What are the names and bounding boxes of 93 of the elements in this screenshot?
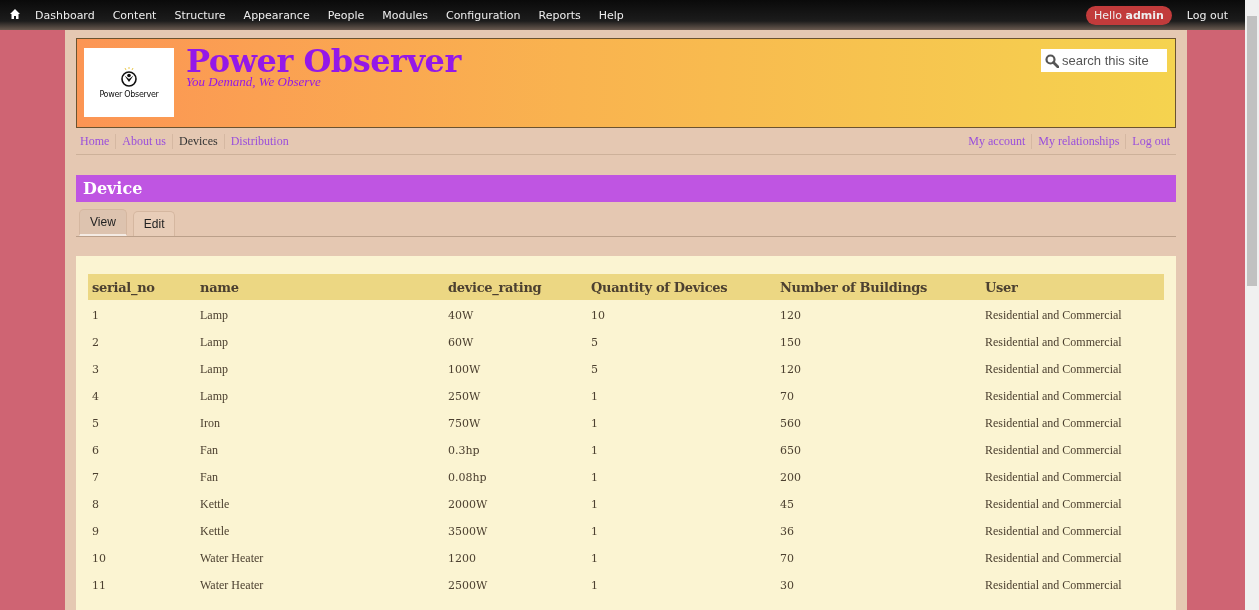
- toolbar-link[interactable]: Reports: [529, 8, 590, 22]
- table-cell: Iron: [200, 416, 220, 430]
- column-header: name: [196, 274, 444, 300]
- tab[interactable]: Edit: [132, 211, 176, 236]
- table-cell: 0.3hp: [448, 444, 480, 457]
- table-cell: 250W: [448, 390, 481, 403]
- table-cell: Fan: [200, 443, 218, 457]
- table-cell: 120: [780, 363, 801, 376]
- table-cell: 11: [92, 579, 106, 592]
- site-slogan: You Demand, We Observe: [186, 74, 321, 90]
- toolbar-link[interactable]: Help: [589, 8, 633, 22]
- table-cell: Residential and Commercial: [985, 389, 1122, 403]
- table-cell: 9: [92, 525, 99, 538]
- logo-text: Power Observer: [99, 89, 159, 99]
- table-cell: 36: [780, 525, 794, 538]
- table-cell: 8: [92, 498, 99, 511]
- main-menu-link[interactable]: Devices: [172, 133, 224, 149]
- home-icon[interactable]: [10, 9, 20, 19]
- table-cell: 4: [92, 390, 99, 403]
- table-cell: 1: [591, 525, 598, 538]
- table-cell: 2000W: [448, 498, 488, 511]
- table-cell: 40W: [448, 309, 474, 322]
- table-cell: 5: [92, 417, 99, 430]
- table-cell: Residential and Commercial: [985, 524, 1122, 538]
- table-cell: Residential and Commercial: [985, 551, 1122, 565]
- table-cell: 45: [780, 498, 794, 511]
- page-title: Device: [76, 175, 1176, 202]
- scrollbar[interactable]: [1245, 0, 1259, 610]
- toolbar-link[interactable]: Modules: [373, 8, 437, 22]
- column-header: Number of Buildings: [776, 274, 981, 300]
- table-cell: Water Heater: [200, 578, 264, 592]
- table-cell: 5: [591, 336, 598, 349]
- table-cell: 750W: [448, 417, 481, 430]
- table-cell: 1: [591, 417, 598, 430]
- table-cell: Residential and Commercial: [985, 443, 1122, 457]
- table-cell: 1: [591, 444, 598, 457]
- table-cell: 0.08hp: [448, 471, 487, 484]
- table-cell: Residential and Commercial: [985, 308, 1122, 322]
- table-cell: Fan: [200, 470, 218, 484]
- table-cell: 100W: [448, 363, 481, 376]
- table-cell: 7: [92, 471, 99, 484]
- lightbulb-person-icon: [121, 66, 137, 87]
- toolbar-link[interactable]: Dashboard: [26, 8, 104, 22]
- table-cell: 2500W: [448, 579, 488, 592]
- table-cell: 150: [780, 336, 801, 349]
- column-header: device_rating: [444, 274, 587, 300]
- table-cell: 1: [591, 579, 598, 592]
- toolbar-link[interactable]: People: [318, 8, 374, 22]
- table-cell: Residential and Commercial: [985, 497, 1122, 511]
- table-cell: 1: [92, 309, 99, 322]
- table-cell: 1: [591, 471, 598, 484]
- table-cell: Water Heater: [200, 551, 264, 565]
- table-cell: 30: [780, 579, 794, 592]
- table-cell: 60W: [448, 336, 474, 349]
- toolbar-link[interactable]: Configuration: [436, 8, 530, 22]
- table-cell: 70: [780, 552, 794, 565]
- table-cell: 70: [780, 390, 794, 403]
- table-cell: Lamp: [200, 389, 228, 403]
- table-cell: 1: [591, 552, 598, 565]
- greeting-badge[interactable]: Hello admin: [1086, 5, 1172, 25]
- table-cell: 1: [591, 390, 598, 403]
- column-header: serial_no: [88, 274, 196, 300]
- table-cell: 10: [92, 552, 106, 565]
- tab[interactable]: View: [79, 209, 127, 236]
- table-cell: Lamp: [200, 335, 228, 349]
- table-cell: 3500W: [448, 525, 488, 538]
- logout-link[interactable]: Log out: [1177, 8, 1237, 22]
- toolbar-link[interactable]: Structure: [165, 8, 235, 22]
- search-field[interactable]: search this site: [1041, 49, 1167, 72]
- table-cell: 6: [92, 444, 99, 457]
- column-header: Quantity of Devices: [587, 274, 776, 300]
- table-cell: Residential and Commercial: [985, 362, 1122, 376]
- table-cell: 10: [591, 309, 605, 322]
- table-cell: Residential and Commercial: [985, 416, 1122, 430]
- table-cell: Residential and Commercial: [985, 578, 1122, 592]
- table-cell: 3: [92, 363, 99, 376]
- table-cell: 200: [780, 471, 801, 484]
- table-cell: 120: [780, 309, 801, 322]
- table-cell: 5: [591, 363, 598, 376]
- table-cell: Residential and Commercial: [985, 335, 1122, 349]
- column-header: User: [981, 274, 1164, 300]
- table-cell: 650: [780, 444, 801, 457]
- table-cell: Residential and Commercial: [985, 470, 1122, 484]
- toolbar-link[interactable]: Content: [103, 8, 166, 22]
- table-cell: 1: [591, 498, 598, 511]
- table-cell: Lamp: [200, 308, 228, 322]
- toolbar-link[interactable]: Appearance: [234, 8, 319, 22]
- table-cell: Lamp: [200, 362, 228, 376]
- table-cell: 1200: [448, 552, 476, 565]
- table-cell: Kettle: [200, 497, 230, 511]
- table-cell: Kettle: [200, 524, 230, 538]
- table-cell: 560: [780, 417, 801, 430]
- table-cell: 2: [92, 336, 99, 349]
